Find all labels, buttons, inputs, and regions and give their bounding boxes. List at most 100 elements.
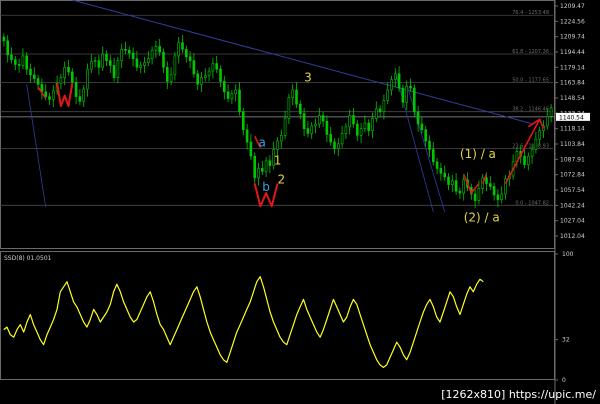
candle-body — [359, 128, 363, 136]
candle-body — [36, 78, 40, 85]
price-tick-label: 1027.04 — [560, 218, 585, 225]
wave-label: 3 — [304, 70, 312, 84]
indicator-label: SSD(8) 01.0501 — [4, 255, 52, 262]
candle-body — [67, 66, 70, 73]
watermark-text: [1262x810] https://upic.me/ — [441, 388, 596, 401]
wave-label: (1) / a — [460, 147, 496, 161]
candle-body — [371, 118, 374, 131]
candle-body — [397, 73, 401, 89]
candle-body — [63, 66, 67, 78]
candle-body — [386, 89, 390, 101]
price-tick-label: 1209.74 — [560, 34, 585, 41]
candle-body — [173, 55, 177, 76]
candle-body — [420, 123, 424, 130]
candle-body — [196, 73, 199, 85]
candle-body — [97, 60, 101, 68]
price-tick-label: 1209.47 — [560, 3, 585, 10]
fib-level-label: 38.2 - 1146.46 — [512, 107, 549, 113]
candle-body — [2, 36, 6, 42]
candle-body — [135, 58, 139, 68]
candle-body — [211, 63, 215, 72]
candle-body — [348, 115, 352, 128]
candle-body — [158, 46, 161, 53]
fib-level-label: 0.0 - 1047.82 — [515, 200, 549, 206]
candle-body — [454, 180, 458, 192]
fib-level-label: 61.8 - 1207.36 — [512, 49, 549, 55]
price-tick-label: 1148.54 — [560, 95, 585, 102]
candle-body — [447, 176, 450, 185]
candle-body — [154, 46, 158, 51]
fib-level-label: 50.0 - 1177.65 — [512, 77, 549, 83]
chart-canvas: 1209.47 1224.56 1209.74 1194.44 1179.14 1163.… — [0, 0, 600, 404]
candle-body — [48, 96, 51, 100]
candle-body — [185, 48, 188, 58]
candle-body — [325, 120, 329, 135]
candle-body — [139, 65, 142, 68]
wave-label: b — [262, 180, 270, 194]
candle-body — [78, 96, 82, 102]
candle-body — [71, 71, 74, 83]
candle-body — [230, 93, 234, 99]
candle-body — [143, 62, 146, 66]
candle-body — [25, 55, 29, 70]
candle-body — [378, 108, 382, 113]
candle-body — [204, 75, 207, 78]
candle-body — [291, 89, 295, 98]
candle-body — [310, 125, 314, 134]
candle-body — [439, 168, 443, 174]
candle-body — [128, 49, 131, 54]
candle-body — [393, 73, 397, 80]
candle-body — [492, 186, 496, 196]
price-tick-label: 1012.04 — [560, 233, 585, 240]
price-tick-label: 1163.84 — [560, 80, 585, 87]
candle-body — [147, 58, 150, 63]
indicator-tick-label: 100 — [562, 251, 574, 258]
wave-label: (2) / a — [464, 210, 500, 224]
candle-body — [116, 60, 120, 78]
candle-body — [355, 123, 359, 136]
candle-body — [473, 193, 477, 201]
price-tick-label: 1072.84 — [560, 172, 585, 179]
candle-body — [109, 60, 112, 66]
candle-body — [177, 42, 180, 57]
candle-body — [245, 129, 249, 143]
candle-body — [329, 134, 333, 143]
candle-body — [500, 193, 504, 200]
candle-body — [374, 108, 378, 119]
candle-body — [223, 81, 226, 93]
candle-body — [249, 141, 253, 157]
candle-body — [226, 91, 230, 99]
candle-body — [124, 48, 127, 51]
candle-body — [336, 143, 340, 149]
candle-body — [443, 172, 447, 178]
candle-body — [424, 129, 428, 142]
candle-body — [458, 190, 462, 194]
candle-body — [21, 55, 25, 66]
candle-body — [390, 79, 393, 91]
candle-body — [17, 64, 21, 66]
candle-body — [496, 194, 500, 200]
candle-body — [105, 53, 108, 61]
candle-body — [530, 149, 534, 157]
candle-body — [268, 160, 272, 166]
candle-body — [166, 66, 169, 82]
candle-body — [416, 111, 420, 125]
candle-body — [321, 115, 325, 122]
candle-body — [120, 48, 123, 61]
fib-level-label: 76.4 - 1253.48 — [512, 10, 549, 16]
candle-body — [317, 115, 321, 125]
price-tick-label: 1194.44 — [560, 49, 585, 56]
candle-body — [306, 128, 310, 134]
candle-body — [450, 180, 454, 185]
candle-body — [534, 138, 538, 150]
candle-body — [409, 85, 412, 89]
candle-body — [401, 87, 405, 103]
candle-body — [298, 103, 302, 114]
candle-body — [74, 82, 78, 97]
candle-body — [257, 168, 260, 179]
candle-body — [283, 118, 287, 136]
candle-body — [10, 54, 13, 60]
price-tick-label: 1087.91 — [560, 156, 585, 163]
candle-body — [549, 107, 553, 117]
candle-body — [352, 115, 355, 125]
